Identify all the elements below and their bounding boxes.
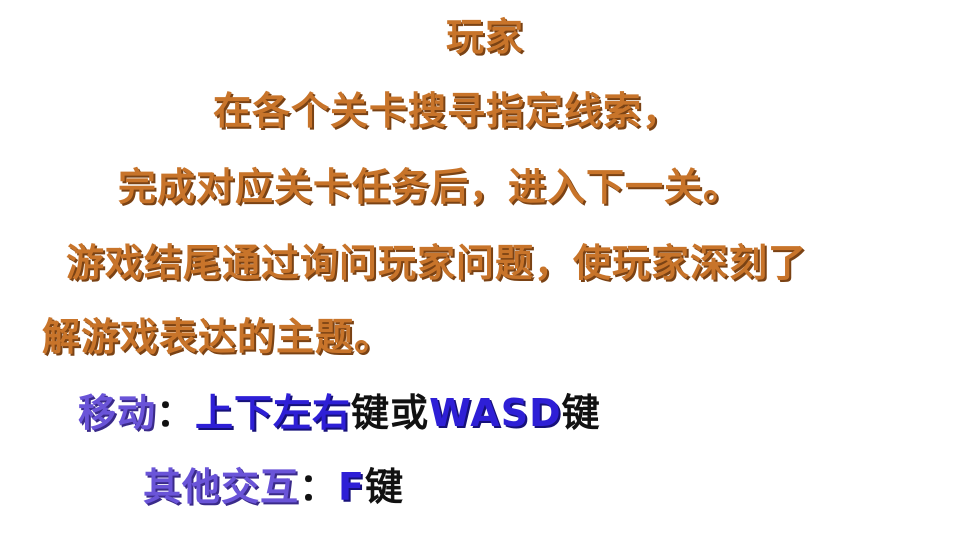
- other-controls-row: 其他交互：F键: [143, 468, 404, 506]
- f-key-text: F: [338, 465, 365, 509]
- f-key-suffix: 键: [365, 465, 405, 509]
- key-suffix-1: 键: [351, 391, 391, 435]
- intro-line-1: 玩家: [446, 15, 525, 59]
- wasd-keys-text: WASD: [429, 391, 562, 435]
- other-colon: ：: [299, 465, 339, 509]
- intro-line-3: 完成对应关卡任务后，进入下一关。: [118, 165, 743, 209]
- intro-line-5: 解游戏表达的主题。: [42, 315, 394, 359]
- other-interaction-label: 其他交互: [143, 465, 300, 509]
- move-label: 移动: [78, 391, 157, 435]
- intro-line-4: 游戏结尾通过询问玩家问题，使玩家深刻了: [66, 241, 808, 285]
- or-text: 或: [390, 391, 430, 435]
- key-suffix-2: 键: [561, 391, 601, 435]
- move-controls-row: 移动：上下左右键或WASD键: [78, 394, 601, 432]
- arrow-keys-text: 上下左右: [195, 391, 352, 435]
- move-colon: ：: [156, 391, 196, 435]
- intro-line-2: 在各个关卡搜寻指定线索，: [213, 89, 682, 133]
